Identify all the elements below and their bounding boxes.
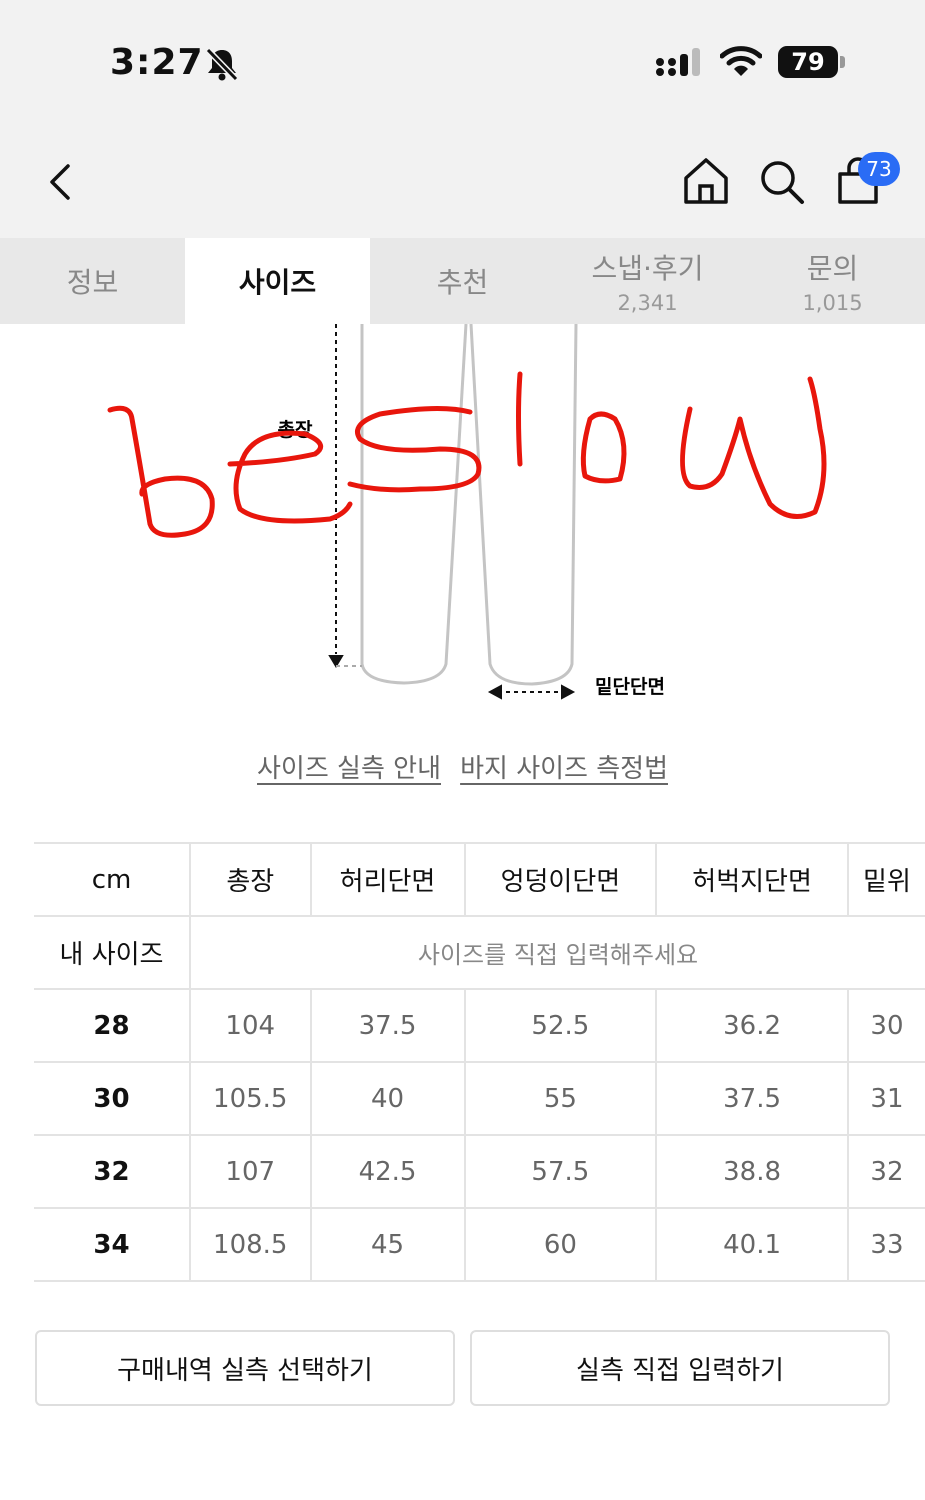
product-tabs: 정보 사이즈 추천 스냅·후기 2,341 문의 1,015 xyxy=(0,238,925,324)
table-cell: 42.5 xyxy=(309,1134,465,1208)
cart-count-badge: 73 xyxy=(858,152,900,186)
table-cell: 37.5 xyxy=(309,988,465,1062)
table-cell: 30 xyxy=(846,988,925,1062)
tab-reviews-label: 스냅·후기 xyxy=(591,252,704,285)
tab-reviews-count: 2,341 xyxy=(617,291,678,315)
table-row: 32 107 42.5 57.5 38.8 32 xyxy=(34,1134,925,1208)
column-header-hip: 엉덩이단면 xyxy=(463,842,657,916)
column-header-thigh: 허벅지단면 xyxy=(655,842,848,916)
table-cell: 60 xyxy=(463,1207,657,1282)
pants-outline xyxy=(360,324,578,686)
table-cell: 32 xyxy=(846,1134,925,1208)
table-cell: 38.8 xyxy=(655,1134,848,1208)
hem-dimension xyxy=(487,684,576,700)
size-cell: 28 xyxy=(34,988,190,1062)
table-header-row: cm 총장 허리단면 엉덩이단면 허벅지단면 밑위 xyxy=(34,842,925,916)
unit-header: cm xyxy=(34,842,190,916)
column-header-rise: 밑위 xyxy=(846,842,925,916)
my-size-row: 내 사이즈 사이즈를 직접 입력해주세요 xyxy=(34,915,925,989)
table-row: 28 104 37.5 52.5 36.2 30 xyxy=(34,988,925,1062)
bell-muted-icon xyxy=(205,47,239,82)
table-cell: 57.5 xyxy=(463,1134,657,1208)
size-guide-link[interactable]: 사이즈 실측 안내 xyxy=(257,754,441,784)
search-icon[interactable] xyxy=(758,158,806,206)
table-cell: 36.2 xyxy=(655,988,848,1062)
tab-inquiry-label: 문의 xyxy=(806,252,859,285)
table-cell: 40.1 xyxy=(655,1207,848,1282)
direct-input-measure-button[interactable]: 실측 직접 입력하기 xyxy=(470,1330,890,1406)
tab-reviews[interactable]: 스냅·후기 2,341 xyxy=(555,238,740,324)
cart-button[interactable]: 73 xyxy=(836,152,902,208)
table-cell: 37.5 xyxy=(655,1061,848,1135)
column-header-length: 총장 xyxy=(189,842,311,916)
tab-inquiry-count: 1,015 xyxy=(802,291,863,315)
table-cell: 55 xyxy=(463,1061,657,1135)
table-cell: 45 xyxy=(309,1207,465,1282)
status-bar: 3:27 79 xyxy=(0,0,925,120)
table-cell: 108.5 xyxy=(189,1207,311,1282)
battery-tip xyxy=(840,56,845,68)
size-table: cm 총장 허리단면 엉덩이단면 허벅지단면 밑위 내 사이즈 사이즈를 직접 … xyxy=(34,842,925,1282)
hem-label: 밑단단면 xyxy=(595,676,665,698)
signal-icon xyxy=(656,48,700,76)
table-cell: 52.5 xyxy=(463,988,657,1062)
tab-info[interactable]: 정보 xyxy=(0,238,185,324)
wifi-icon xyxy=(720,46,762,76)
table-cell: 107 xyxy=(189,1134,311,1208)
purchase-history-measure-button[interactable]: 구매내역 실측 선택하기 xyxy=(35,1330,455,1406)
handwriting-scribble xyxy=(107,371,827,538)
pants-size-diagram: 총장 밑단단면 xyxy=(107,324,827,700)
size-cell: 32 xyxy=(34,1134,190,1208)
tab-size-label: 사이즈 xyxy=(238,266,317,299)
my-size-label: 내 사이즈 xyxy=(34,915,190,989)
table-cell: 33 xyxy=(846,1207,925,1282)
table-cell: 105.5 xyxy=(189,1061,311,1135)
table-row: 34 108.5 45 60 40.1 33 xyxy=(34,1207,925,1282)
table-cell: 104 xyxy=(189,988,311,1062)
column-header-waist: 허리단면 xyxy=(309,842,465,916)
tab-size[interactable]: 사이즈 xyxy=(185,238,370,324)
navigation-bar: 73 xyxy=(0,120,925,238)
tab-recommend-label: 추천 xyxy=(436,266,489,299)
home-icon[interactable] xyxy=(682,156,730,206)
size-cell: 34 xyxy=(34,1207,190,1282)
tab-inquiry[interactable]: 문의 1,015 xyxy=(740,238,925,324)
table-cell: 40 xyxy=(309,1061,465,1135)
status-time: 3:27 xyxy=(110,42,204,83)
back-arrow-icon[interactable] xyxy=(40,160,84,204)
size-guide-links: 사이즈 실측 안내 바지 사이즈 측정법 xyxy=(0,748,925,785)
table-cell: 31 xyxy=(846,1061,925,1135)
pants-measure-link[interactable]: 바지 사이즈 측정법 xyxy=(460,754,668,784)
my-size-input-prompt[interactable]: 사이즈를 직접 입력해주세요 xyxy=(189,915,925,989)
table-row: 30 105.5 40 55 37.5 31 xyxy=(34,1061,925,1135)
length-dimension xyxy=(328,324,362,668)
size-cell: 30 xyxy=(34,1061,190,1135)
tab-recommend[interactable]: 추천 xyxy=(370,238,555,324)
battery-indicator: 79 xyxy=(778,46,838,78)
tab-info-label: 정보 xyxy=(66,266,119,299)
